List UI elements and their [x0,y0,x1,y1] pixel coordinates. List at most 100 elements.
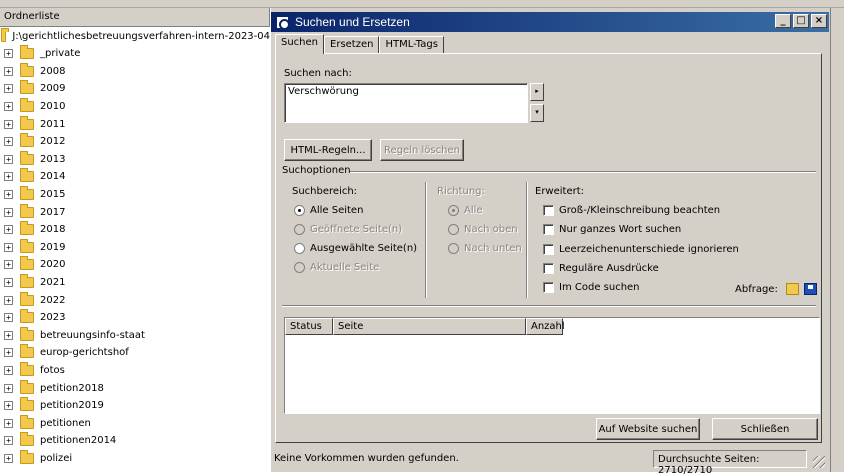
checkbox[interactable] [543,282,554,294]
tree-folder-item[interactable]: +2022 [0,291,270,309]
spin-down-button[interactable]: ▾ [530,104,544,122]
tree-folder-item[interactable]: +2011 [0,115,270,133]
tree-folder-item[interactable]: + europ-gerichtshof [0,344,270,362]
direction-option[interactable]: Alle [448,205,483,216]
tree-folder-item[interactable]: +2010 [0,98,270,116]
tree-folder-item[interactable]: + polizei [0,449,270,468]
expand-icon[interactable]: + [4,436,13,446]
tab-html-tags[interactable]: HTML-Tags [379,36,444,54]
search-options-label: Suchoptionen [282,165,351,176]
scope-option[interactable]: Aktuelle Seite [294,262,379,273]
tree-folder-item[interactable]: + _private [0,45,270,63]
column-page[interactable]: Seite [333,318,526,335]
tree-folder-item[interactable]: +2019 [0,238,270,257]
expand-icon[interactable]: + [4,49,13,59]
scope-option[interactable]: Geöffnete Seite(n) [294,224,402,235]
tree-folder-item[interactable]: +2008 [0,62,270,81]
radio-button[interactable] [294,205,305,216]
column-count[interactable]: Anzahl [526,318,565,335]
tree-root-item[interactable]: J:\gerichtlichesbetreuungsverfahren-inte… [0,27,270,45]
tree-folder-item[interactable]: + petitionen [0,414,270,432]
expand-icon[interactable]: + [4,313,13,323]
search-website-button[interactable]: Auf Website suchen [596,418,700,440]
scope-option[interactable]: Ausgewählte Seite(n) [294,243,417,254]
dialog-title: Suchen und Ersetzen [295,15,410,29]
tree-folder-item[interactable]: +2014 [0,168,270,186]
tree-folder-item[interactable]: +2017 [0,203,270,221]
html-rules-button[interactable]: HTML-Regeln... [284,139,372,161]
maximize-button[interactable]: □ [793,14,809,28]
direction-option[interactable]: Nach unten [448,243,522,254]
expand-icon[interactable]: + [4,348,13,358]
search-options-divider [350,171,816,173]
radio-button[interactable] [294,262,305,273]
tree-folder-item[interactable]: +2023 [0,309,270,327]
advanced-option[interactable]: Nur ganzes Wort suchen [543,224,681,236]
expand-icon[interactable]: + [4,207,13,217]
clear-rules-button[interactable]: Regeln löschen [380,139,464,161]
tree-folder-item[interactable]: + fotos [0,361,270,380]
advanced-option[interactable]: Im Code suchen [543,282,640,294]
radio-button[interactable] [448,224,459,235]
dialog-titlebar[interactable]: Suchen und Ersetzen _ □ × [271,12,829,32]
radio-button[interactable] [294,243,305,254]
search-input[interactable]: Verschwörung [284,83,528,123]
save-icon[interactable] [804,283,817,295]
expand-icon[interactable]: + [4,154,13,164]
tab-replace[interactable]: Ersetzen [324,36,380,54]
folder-icon [20,115,34,130]
expand-icon[interactable]: + [4,260,13,270]
tree-folder-item[interactable]: + betreuungsinfo-staat [0,326,270,345]
minimize-button[interactable]: _ [775,14,791,28]
expand-icon[interactable]: + [4,190,13,200]
tree-folder-item[interactable]: + petitionen2014 [0,432,270,450]
expand-icon[interactable]: + [4,365,13,375]
expand-icon[interactable]: + [4,225,13,235]
advanced-option[interactable]: Groß-/Kleinschreibung beachten [543,205,720,216]
spin-up-button[interactable]: ▸ [530,83,544,101]
tree-folder-item[interactable]: +2009 [0,80,270,98]
checkbox[interactable] [543,243,554,255]
tree-folder-item[interactable]: +2012 [0,133,270,151]
scope-option[interactable]: Alle Seiten [294,205,363,216]
checkbox[interactable] [543,262,554,274]
close-window-button[interactable]: × [811,14,827,28]
checkbox[interactable] [543,205,554,216]
checkbox[interactable] [543,224,554,236]
expand-icon[interactable]: + [4,383,13,393]
open-folder-icon[interactable] [786,283,799,295]
expand-icon[interactable]: + [4,102,13,112]
expand-icon[interactable]: + [4,330,13,340]
tab-search[interactable]: Suchen [275,34,325,54]
tree-folder-item[interactable]: +2020 [0,256,270,274]
close-button[interactable]: Schließen [712,418,818,440]
expand-icon[interactable]: + [4,242,13,252]
column-status[interactable]: Status [285,318,333,335]
tree-folder-item[interactable]: +2013 [0,150,270,169]
advanced-option[interactable]: Leerzeichenunterschiede ignorieren [543,243,739,255]
expand-icon[interactable]: + [4,137,13,147]
folder-icon [20,432,34,447]
expand-icon[interactable]: + [4,453,13,463]
radio-button[interactable] [448,205,459,216]
folder-icon [20,168,34,183]
tree-folder-item[interactable]: +2015 [0,186,270,204]
expand-icon[interactable]: + [4,172,13,182]
expand-icon[interactable]: + [4,66,13,76]
expand-icon[interactable]: + [4,418,13,428]
expand-icon[interactable]: + [4,401,13,411]
tree-folder-item[interactable]: + petition2018 [0,379,270,397]
expand-icon[interactable]: + [4,295,13,305]
tree-folder-item[interactable]: +2018 [0,221,270,239]
direction-option[interactable]: Nach oben [448,224,518,235]
resize-grip[interactable] [813,456,825,468]
expand-icon[interactable]: + [4,119,13,129]
tree-folder-item[interactable]: +2021 [0,274,270,292]
expand-icon[interactable]: + [4,84,13,94]
tree-folder-item[interactable]: + petition2019 [0,397,270,415]
radio-button[interactable] [448,243,459,254]
folder-label: 2023 [40,312,66,324]
expand-icon[interactable]: + [4,278,13,288]
advanced-option[interactable]: Reguläre Ausdrücke [543,262,659,274]
radio-button[interactable] [294,224,305,235]
